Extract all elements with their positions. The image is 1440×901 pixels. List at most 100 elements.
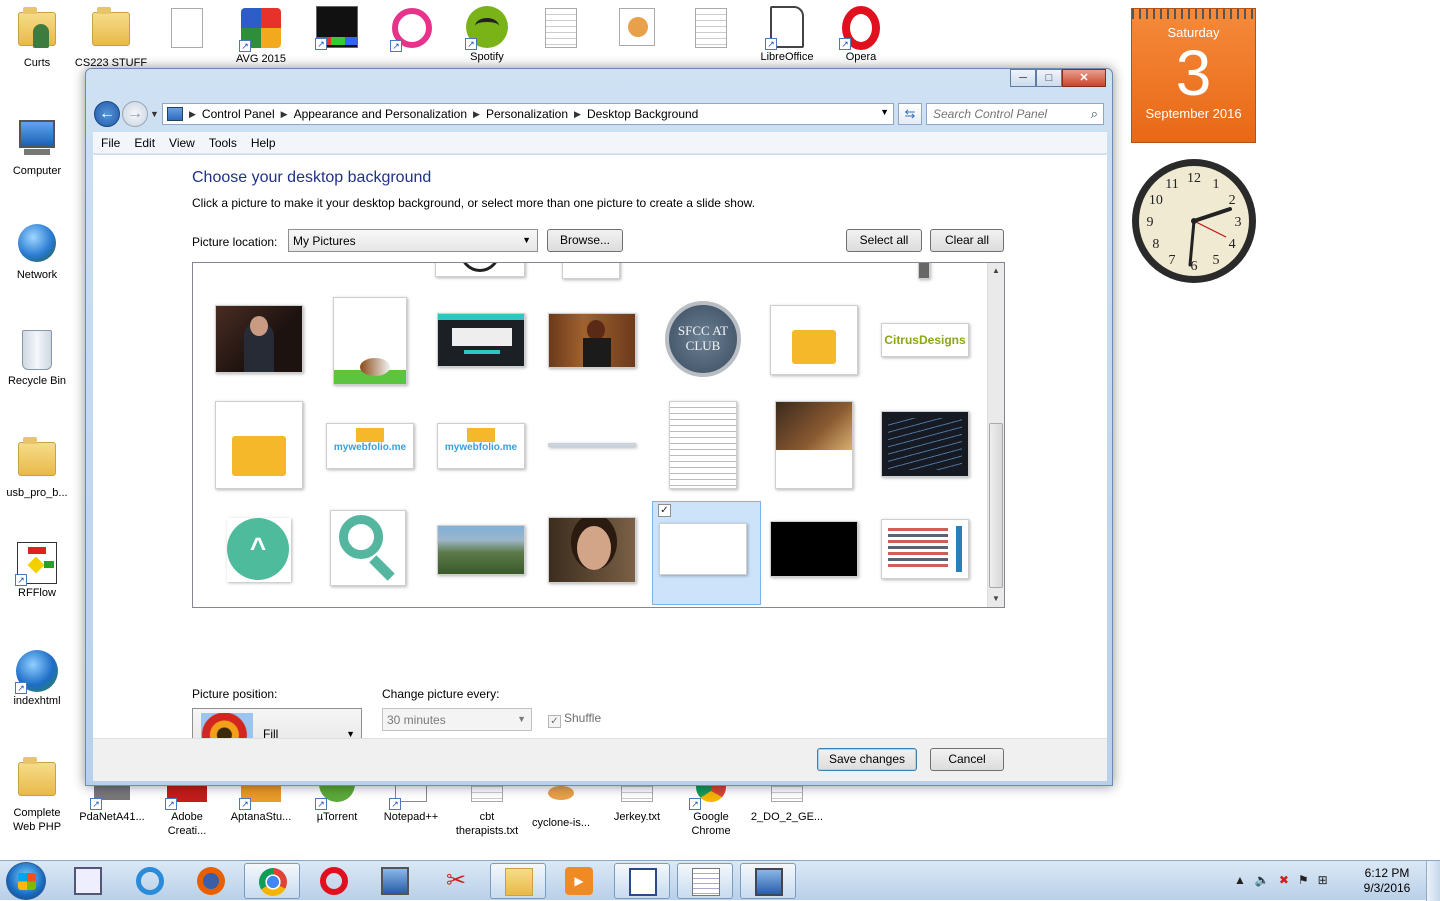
select-all-button[interactable]: Select all (846, 229, 922, 252)
recent-pages-dropdown-icon[interactable]: ▼ (150, 109, 159, 119)
thumbnail-up-arrow-circle[interactable]: ^ (227, 518, 291, 582)
thumbnail-man-in-suit[interactable] (215, 305, 303, 373)
search-input[interactable] (927, 104, 1077, 124)
search-icon[interactable]: ⌕ (1091, 106, 1098, 122)
back-button[interactable]: ← (94, 101, 120, 127)
desktop-icon-wamp[interactable]: ↗ (375, 6, 449, 52)
thumbnail-folder-logo-large[interactable] (215, 401, 303, 489)
desktop-icon-curts[interactable]: Curts (0, 6, 74, 70)
breadcrumb-desktop-background[interactable]: Desktop Background (587, 107, 698, 121)
breadcrumb-separator-icon[interactable]: ▶ (189, 109, 196, 120)
desktop-icon-spotify[interactable]: ↗ Spotify (450, 6, 524, 64)
desktop-icon-complete-web-php[interactable]: Complete Web PHP (0, 756, 74, 834)
breadcrumb-control-panel[interactable]: Control Panel (202, 107, 275, 121)
shuffle-checkbox[interactable]: ✓ Shuffle (548, 711, 601, 728)
thumbnail-magnifier-graphic[interactable] (330, 510, 406, 586)
taskbar-clock[interactable]: 6:12 PM 9/3/2016 (1356, 866, 1418, 896)
desktop-icon-indexhtml[interactable]: ↗ indexhtml (0, 650, 74, 708)
desktop-icon-text-file[interactable] (524, 6, 598, 52)
thumbnail-dark-webpage[interactable] (437, 313, 525, 367)
browse-button[interactable]: Browse... (547, 229, 623, 252)
address-dropdown-icon[interactable]: ▼ (880, 107, 889, 117)
menu-view[interactable]: View (169, 136, 195, 150)
desktop-icon-computer[interactable]: Computer (0, 116, 74, 178)
desktop-icon-text-file-2[interactable] (674, 6, 748, 52)
minimize-button[interactable]: ─ (1010, 69, 1036, 87)
maximize-button[interactable]: □ (1036, 69, 1062, 87)
thumbnail-code-screenshot[interactable] (881, 411, 969, 477)
thumbnail-chart-graphic[interactable] (881, 519, 969, 579)
thumbnail-partial[interactable] (562, 263, 620, 279)
breadcrumb-personalization[interactable]: Personalization (486, 107, 568, 121)
windows-flag-icon[interactable]: ⊞ (1318, 873, 1328, 887)
refresh-button[interactable]: ⇆ (898, 103, 922, 125)
breadcrumb-separator-icon[interactable]: ▶ (281, 109, 288, 120)
close-button[interactable]: ✕ (1062, 69, 1106, 87)
scrollbar-thumb[interactable] (989, 423, 1003, 588)
desktop-icon-cs223-stuff[interactable]: CS223 STUFF (74, 6, 148, 70)
taskbar-file-explorer[interactable] (490, 863, 546, 899)
breadcrumb-separator-icon[interactable]: ▶ (574, 109, 581, 120)
change-picture-select[interactable]: 30 minutes ▼ (382, 708, 532, 731)
start-button[interactable] (6, 862, 46, 900)
thumbnail-checkbox[interactable]: ✓ (658, 504, 671, 517)
desktop-icon-opera[interactable]: ↗ Opera (824, 6, 898, 64)
thumbnail-black-image[interactable] (770, 521, 858, 577)
clock-gadget[interactable]: 12 1234567891011 (1130, 157, 1258, 285)
taskbar-snipping-tool[interactable]: ✂ (428, 863, 484, 899)
breadcrumb-separator-icon[interactable]: ▶ (473, 109, 480, 120)
thumbnail-partial[interactable] (918, 263, 930, 279)
show-desktop-button[interactable] (1426, 861, 1440, 901)
thumbnail-city-aerial[interactable] (437, 525, 525, 575)
forward-button[interactable]: → (122, 101, 148, 127)
breadcrumb-appearance[interactable]: Appearance and Personalization (294, 107, 467, 121)
picture-location-select[interactable]: My Pictures ▼ (288, 229, 538, 252)
scroll-down-icon[interactable]: ▼ (988, 591, 1004, 607)
search-box[interactable]: ⌕ (926, 103, 1104, 125)
desktop-icon-libreoffice[interactable]: ↗ LibreOffice (750, 6, 824, 64)
taskbar-notepad[interactable] (677, 863, 733, 899)
cancel-button[interactable]: Cancel (930, 748, 1004, 771)
gallery-scrollbar[interactable]: ▲ ▼ (987, 263, 1004, 607)
network-status-icon[interactable]: ✖ (1279, 873, 1289, 887)
clear-all-button[interactable]: Clear all (930, 229, 1004, 252)
taskbar-calculator[interactable] (60, 863, 116, 899)
thumbnail-folder-logo[interactable] (770, 305, 858, 375)
thumbnail-woman-portrait[interactable] (548, 517, 636, 583)
thumbnail-blank-white[interactable] (659, 523, 747, 575)
volume-icon[interactable]: 🔈 (1255, 873, 1270, 887)
taskbar-firefox[interactable] (183, 863, 239, 899)
taskbar-opera[interactable] (306, 863, 362, 899)
desktop-icon-document[interactable] (150, 6, 224, 52)
menu-edit[interactable]: Edit (134, 136, 155, 150)
save-changes-button[interactable]: Save changes (817, 748, 917, 771)
thumbnail-thin-line-graphic[interactable] (548, 443, 636, 447)
action-center-icon[interactable]: ⚑ (1298, 873, 1309, 887)
thumbnail-mywebfolio-logo-2[interactable]: mywebfolio.me (437, 423, 525, 469)
thumbnail-mywebfolio-logo[interactable]: mywebfolio.me (326, 423, 414, 469)
thumbnail-woman-tv-show[interactable] (548, 313, 636, 368)
taskbar-run-tool[interactable] (367, 863, 423, 899)
menu-tools[interactable]: Tools (209, 136, 237, 150)
thumbnail-resume-document[interactable] (669, 401, 737, 489)
thumbnail-guinea-pig[interactable] (333, 297, 407, 385)
thumbnail-partial[interactable] (435, 263, 525, 277)
taskbar-control-panel[interactable] (740, 863, 796, 899)
scroll-up-icon[interactable]: ▲ (988, 263, 1004, 279)
thumbnail-citrus-designs-logo[interactable]: CitrusDesigns (881, 323, 969, 357)
desktop-icon-rfflow[interactable]: ↗ RFFlow (0, 542, 74, 600)
taskbar-rfflow[interactable] (614, 863, 670, 899)
desktop-icon-network[interactable]: Network (0, 222, 74, 282)
taskbar-internet-explorer[interactable] (122, 863, 178, 899)
menu-help[interactable]: Help (251, 136, 276, 150)
desktop-icon-pig-app[interactable] (600, 6, 674, 52)
desktop-icon-avg[interactable]: ↗ AVG 2015 (224, 6, 298, 66)
show-hidden-icons-icon[interactable]: ▲ (1234, 873, 1246, 887)
menu-file[interactable]: File (101, 136, 120, 150)
desktop-icon-tetris[interactable]: ↗ (300, 6, 374, 50)
thumbnail-sfcc-at-club-badge[interactable]: SFCC AT CLUB (659, 297, 747, 385)
address-bar[interactable]: ▶ Control Panel ▶ Appearance and Persona… (162, 103, 894, 125)
calendar-gadget[interactable]: Saturday 3 September 2016 (1131, 8, 1256, 143)
desktop-icon-recycle-bin[interactable]: Recycle Bin (0, 328, 74, 388)
thumbnail-hotel-flyer[interactable] (775, 401, 853, 489)
